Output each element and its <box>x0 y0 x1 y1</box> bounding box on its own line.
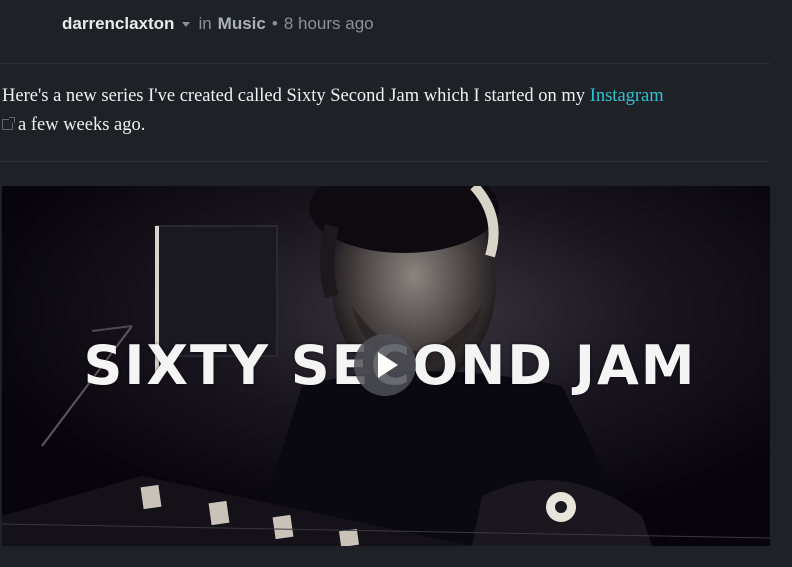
author-link[interactable]: darrenclaxton <box>62 12 174 36</box>
community-link[interactable]: Music <box>218 12 266 36</box>
in-label: in <box>198 14 212 33</box>
header-divider <box>0 63 770 64</box>
instagram-link[interactable]: Instagram <box>590 86 664 106</box>
post-timestamp[interactable]: 8 hours ago <box>284 12 374 36</box>
post-body-text-1: Here's a new series I've created called … <box>2 86 590 106</box>
post-body: Here's a new series I've created called … <box>2 82 762 140</box>
post-body-text-2: a few weeks ago. <box>18 115 146 135</box>
meta-separator: • <box>271 14 278 33</box>
body-divider <box>0 161 770 162</box>
external-link-icon <box>2 117 15 130</box>
video-embed[interactable]: SIXTY SECOND JAM <box>2 186 770 546</box>
play-icon[interactable] <box>378 352 398 378</box>
play-button[interactable] <box>354 334 416 396</box>
post-meta: darrenclaxton in Music • 8 hours ago <box>62 12 374 36</box>
author-menu-caret-icon[interactable] <box>182 21 191 27</box>
